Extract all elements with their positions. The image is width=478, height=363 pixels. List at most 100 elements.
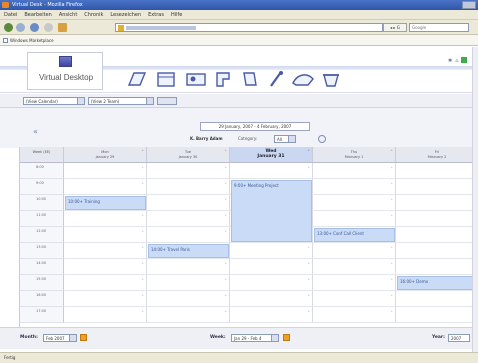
forward-icon[interactable] <box>16 23 25 32</box>
time-slot-cell[interactable]: + <box>64 291 147 307</box>
week-select[interactable]: Jan 29 - Feb 4 <box>231 334 279 342</box>
time-slot-cell[interactable]: + <box>147 275 230 291</box>
time-slot-cell[interactable]: + <box>313 211 396 227</box>
time-slot-cell[interactable]: + <box>313 179 396 195</box>
time-slot-cell[interactable]: + <box>64 227 147 243</box>
day-header[interactable]: Tue January 30 + <box>147 147 230 163</box>
add-event-icon[interactable]: + <box>390 148 393 153</box>
time-slot-cell[interactable]: + <box>313 163 396 179</box>
time-slot-cell[interactable]: + <box>396 259 478 275</box>
add-entry-icon[interactable]: + <box>307 309 310 313</box>
calendar-event[interactable]: 13:00+ Conf Call Client <box>314 228 395 242</box>
time-slot-cell[interactable]: + <box>313 243 396 259</box>
time-slot-cell[interactable]: + <box>147 179 230 195</box>
add-entry-icon[interactable]: + <box>224 261 227 265</box>
time-slot-cell[interactable]: + <box>147 307 230 323</box>
add-entry-icon[interactable]: + <box>141 213 144 217</box>
time-slot-cell[interactable]: + <box>64 275 147 291</box>
add-entry-icon[interactable]: + <box>141 229 144 233</box>
search-input[interactable]: Google <box>409 23 469 32</box>
add-entry-icon[interactable]: + <box>141 261 144 265</box>
month-go-icon[interactable] <box>80 334 87 341</box>
add-entry-icon[interactable]: + <box>390 181 393 185</box>
bookmark-icon[interactable]: ✱ <box>448 58 452 64</box>
add-entry-icon[interactable]: + <box>224 197 227 201</box>
add-entry-icon[interactable]: + <box>141 309 144 313</box>
time-slot-cell[interactable]: + <box>147 211 230 227</box>
time-slot-cell[interactable]: + <box>313 195 396 211</box>
time-slot-cell[interactable]: + <box>230 243 313 259</box>
day-header[interactable]: FriFebruary 2+ <box>396 147 478 163</box>
time-slot-cell[interactable]: + <box>147 291 230 307</box>
time-slot-cell[interactable]: + <box>313 307 396 323</box>
day-header[interactable]: Thu February 1 + <box>313 147 396 163</box>
add-entry-icon[interactable]: + <box>390 277 393 281</box>
page-scrollbar[interactable] <box>472 47 478 352</box>
add-entry-icon[interactable]: + <box>390 213 393 217</box>
view-select[interactable]: (View Calendar) <box>23 97 85 105</box>
menu-item[interactable]: Ansicht <box>59 12 77 18</box>
time-slot-cell[interactable]: + <box>313 291 396 307</box>
tools-icon[interactable] <box>266 69 286 89</box>
menu-item[interactable]: Lesezeichen <box>110 12 141 18</box>
add-entry-icon[interactable]: + <box>307 293 310 297</box>
time-slot-cell[interactable]: + <box>396 163 478 179</box>
time-slot-cell[interactable]: + <box>64 243 147 259</box>
go-button[interactable]: ◂ ▸ G <box>383 23 407 32</box>
add-entry-icon[interactable]: + <box>141 245 144 249</box>
time-slot-cell[interactable]: + <box>396 195 478 211</box>
time-slot-cell[interactable]: + <box>396 243 478 259</box>
calendar-event[interactable]: 16:00+ Demo <box>397 276 478 290</box>
reload-icon[interactable] <box>30 23 39 32</box>
time-slot-cell[interactable]: + <box>230 163 313 179</box>
refresh-icon[interactable] <box>318 135 326 143</box>
person-select[interactable]: (View 2 Team) <box>88 97 154 105</box>
mail-icon[interactable] <box>126 69 148 89</box>
add-entry-icon[interactable]: + <box>224 181 227 185</box>
time-slot-cell[interactable]: + <box>64 163 147 179</box>
add-entry-icon[interactable]: + <box>390 293 393 297</box>
add-entry-icon[interactable]: + <box>390 197 393 201</box>
trash-icon[interactable] <box>320 69 342 89</box>
add-entry-icon[interactable]: + <box>224 213 227 217</box>
virtual-desktop-logo[interactable]: Virtual Desktop <box>27 52 103 90</box>
add-entry-icon[interactable]: + <box>390 261 393 265</box>
add-entry-icon[interactable]: + <box>307 165 310 169</box>
add-entry-icon[interactable]: + <box>390 245 393 249</box>
add-event-icon[interactable]: + <box>141 148 144 153</box>
calendar-event[interactable]: 9:00+ Meeting Project <box>231 180 312 242</box>
menu-item[interactable]: Extras <box>148 12 164 18</box>
menu-item[interactable]: Chronik <box>84 12 103 18</box>
time-slot-cell[interactable]: + <box>396 179 478 195</box>
add-entry-icon[interactable]: + <box>224 309 227 313</box>
url-input[interactable] <box>115 23 383 32</box>
time-slot-cell[interactable]: + <box>147 163 230 179</box>
day-header[interactable]: Mon January 29 + <box>64 147 147 163</box>
add-event-icon[interactable]: + <box>307 148 310 153</box>
add-entry-icon[interactable]: + <box>224 229 227 233</box>
add-entry-icon[interactable]: + <box>141 293 144 297</box>
filter-apply-button[interactable] <box>157 97 177 105</box>
day-header[interactable]: Wed January 31 + <box>230 147 313 163</box>
tasks-icon[interactable] <box>213 69 235 89</box>
category-select[interactable]: All <box>274 135 296 143</box>
time-slot-cell[interactable]: + <box>64 259 147 275</box>
back-icon[interactable] <box>4 23 13 32</box>
home-icon[interactable] <box>58 23 67 32</box>
time-slot-cell[interactable]: + <box>396 291 478 307</box>
time-slot-cell[interactable]: + <box>396 307 478 323</box>
window-close-button[interactable] <box>462 1 476 9</box>
calendar-event[interactable]: 10:00+ Training <box>65 196 146 210</box>
time-slot-cell[interactable]: + <box>147 227 230 243</box>
add-entry-icon[interactable]: + <box>390 165 393 169</box>
stop-icon[interactable] <box>44 23 53 32</box>
calendar-event[interactable]: 14:00+ Travel Paris <box>148 244 229 258</box>
green-exit-icon[interactable] <box>461 57 468 63</box>
time-slot-cell[interactable]: + <box>313 275 396 291</box>
calendar-icon[interactable] <box>155 69 177 89</box>
add-entry-icon[interactable]: + <box>307 277 310 281</box>
time-slot-cell[interactable]: + <box>396 211 478 227</box>
add-entry-icon[interactable]: + <box>307 245 310 249</box>
time-slot-cell[interactable]: + <box>64 307 147 323</box>
previous-week-icon[interactable]: « <box>33 127 38 136</box>
